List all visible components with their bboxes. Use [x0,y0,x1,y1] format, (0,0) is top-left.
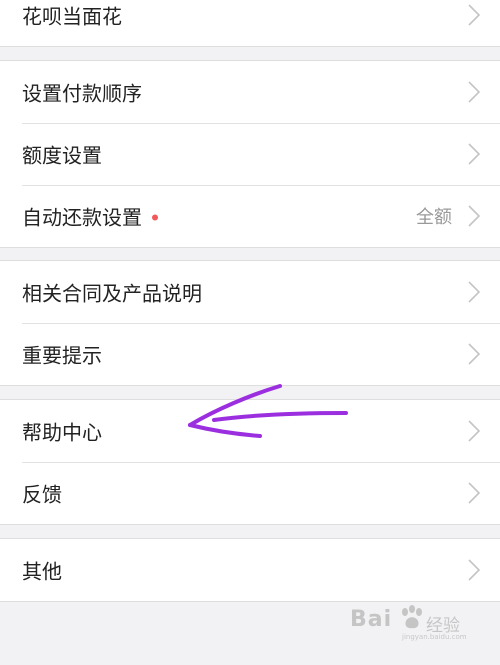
menu-item-payment-order[interactable]: 设置付款顺序 [0,61,500,123]
chevron-right-icon [468,81,480,103]
menu-item-help-center[interactable]: 帮助中心 [0,400,500,462]
chevron-right-icon [468,205,480,227]
menu-item-label: 花呗当面花 [22,4,122,29]
settings-group-1: 花呗当面花 [0,0,500,47]
settings-group-5: 其他 [0,538,500,602]
menu-item-feedback[interactable]: 反馈 [0,462,500,524]
paw-icon [402,605,422,629]
settings-group-4: 帮助中心 反馈 [0,399,500,525]
menu-item-quota-settings[interactable]: 额度设置 [0,123,500,185]
settings-group-2: 设置付款顺序 额度设置 自动还款设置 全额 [0,60,500,248]
watermark-brand: Bai [350,607,393,632]
chevron-right-icon [468,4,480,26]
menu-item-label: 相关合同及产品说明 [22,281,202,306]
menu-item-label: 其他 [22,559,62,584]
chevron-right-icon [468,420,480,442]
chevron-right-icon [468,343,480,365]
chevron-right-icon [468,482,480,504]
menu-item-label: 额度设置 [22,143,102,168]
menu-item-value: 全额 [416,207,452,228]
menu-item-label: 重要提示 [22,343,102,368]
menu-item-auto-repayment[interactable]: 自动还款设置 全额 [0,185,500,247]
menu-item-contracts[interactable]: 相关合同及产品说明 [0,261,500,323]
menu-item-huabei-dangmianhua[interactable]: 花呗当面花 [0,0,500,46]
menu-item-label: 反馈 [22,482,62,507]
settings-group-3: 相关合同及产品说明 重要提示 [0,260,500,386]
baidu-jingyan-watermark: Bai 经验 jingyan.baidu.com [350,603,470,643]
chevron-right-icon [468,143,480,165]
menu-item-label: 帮助中心 [22,420,102,445]
chevron-right-icon [468,281,480,303]
chevron-right-icon [468,559,480,581]
watermark-url: jingyan.baidu.com [402,633,467,641]
menu-item-important-notice[interactable]: 重要提示 [0,323,500,385]
notification-dot [152,214,158,220]
menu-item-other[interactable]: 其他 [0,539,500,601]
menu-item-label: 设置付款顺序 [22,81,142,106]
menu-item-label: 自动还款设置 [22,202,158,231]
